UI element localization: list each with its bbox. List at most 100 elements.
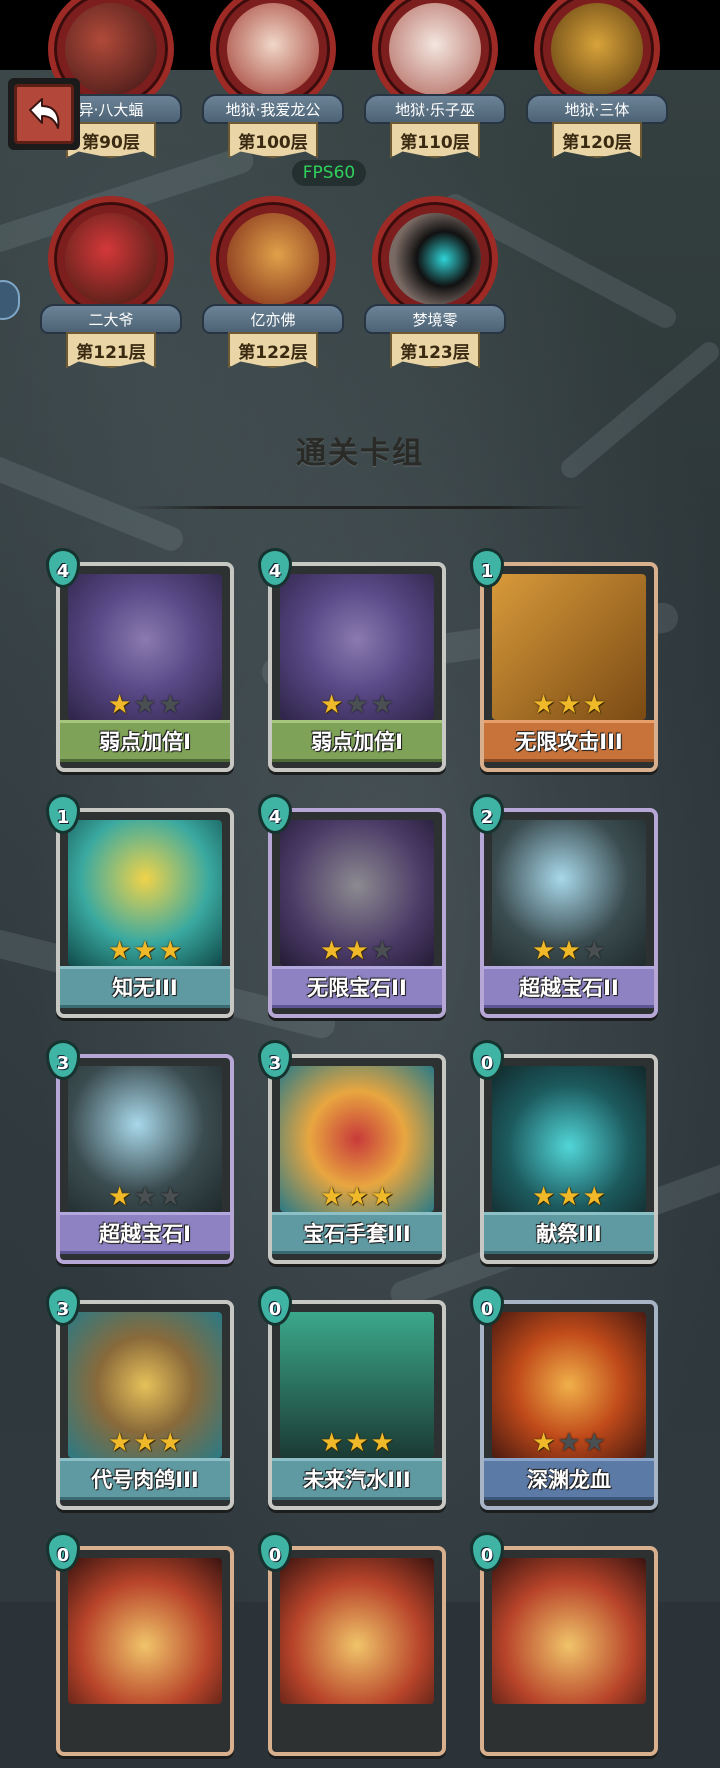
card-art <box>492 1558 646 1704</box>
card-name: 超越宝石I <box>60 1212 230 1254</box>
star-icon: ★ <box>557 936 581 966</box>
boss-floor-banner: 第123层 <box>390 332 480 368</box>
card-star-rating: ★ ★ ★ <box>268 1184 446 1210</box>
deck-card[interactable]: 0 <box>46 1532 234 1768</box>
star-icon: ★ <box>557 1428 581 1458</box>
energy-cost-value: 4 <box>268 561 282 582</box>
card-star-rating: ★ ★ ★ <box>56 1184 234 1210</box>
card-star-rating: ★ ★ ★ <box>56 692 234 718</box>
energy-cost-badge: 0 <box>46 1532 80 1572</box>
boss-floor-banner: 第110层 <box>390 122 480 158</box>
section-title: 通关卡组 <box>296 436 424 471</box>
card-star-rating: ★ ★ ★ <box>480 1184 658 1210</box>
section-divider <box>130 506 590 509</box>
card-star-rating: ★ ★ ★ <box>56 938 234 964</box>
energy-cost-badge: 1 <box>470 548 504 588</box>
star-icon: ★ <box>158 936 182 966</box>
boss-name: 二大爷 <box>40 304 182 334</box>
deck-card[interactable]: ★ ★ ★ 未来汽水III 0 <box>258 1286 446 1522</box>
card-art <box>280 1558 434 1704</box>
energy-cost-value: 0 <box>56 1545 70 1566</box>
card-name: 未来汽水III <box>272 1458 442 1500</box>
boss-name: 地狱·三体 <box>526 94 668 124</box>
boss-floor-banner: 第122层 <box>228 332 318 368</box>
star-icon: ★ <box>532 1182 556 1212</box>
energy-cost-badge: 4 <box>46 548 80 588</box>
energy-cost-badge: 3 <box>258 1040 292 1080</box>
card-name: 无限攻击III <box>484 720 654 762</box>
deck-card[interactable]: ★ ★ ★ 超越宝石II 2 <box>470 794 658 1030</box>
energy-cost-value: 0 <box>480 1545 494 1566</box>
boss-art <box>389 3 481 95</box>
deck-card[interactable]: ★ ★ ★ 无限宝石II 4 <box>258 794 446 1030</box>
boss-medallion[interactable]: 地狱·我爱龙公 第100层 <box>198 0 348 186</box>
deck-card[interactable]: ★ ★ ★ 献祭III 0 <box>470 1040 658 1276</box>
deck-card[interactable]: 0 <box>258 1532 446 1768</box>
deck-card[interactable]: ★ ★ ★ 超越宝石I 3 <box>46 1040 234 1276</box>
star-icon: ★ <box>582 1428 606 1458</box>
star-icon: ★ <box>345 1182 369 1212</box>
deck-card[interactable]: ★ ★ ★ 弱点加倍I 4 <box>46 548 234 784</box>
card-star-rating: ★ ★ ★ <box>268 692 446 718</box>
back-button[interactable] <box>8 78 80 150</box>
deck-card[interactable]: ★ ★ ★ 宝石手套III 3 <box>258 1040 446 1276</box>
card-name: 知无III <box>60 966 230 1008</box>
energy-cost-value: 3 <box>268 1053 282 1074</box>
boss-floor-banner: 第121层 <box>66 332 156 368</box>
boss-medallion[interactable]: 地狱·乐子巫 第110层 <box>360 0 510 186</box>
deck-card[interactable]: ★ ★ ★ 知无III 1 <box>46 794 234 1030</box>
energy-cost-value: 1 <box>480 561 494 582</box>
boss-name: 梦境零 <box>364 304 506 334</box>
boss-medallion[interactable]: 梦境零 第123层 <box>360 196 510 396</box>
card-name: 超越宝石II <box>484 966 654 1008</box>
energy-cost-badge: 0 <box>470 1286 504 1326</box>
card-star-rating: ★ ★ ★ <box>480 692 658 718</box>
star-icon: ★ <box>582 1182 606 1212</box>
boss-medallion[interactable]: 二大爷 第121层 <box>36 196 186 396</box>
star-icon: ★ <box>108 1428 132 1458</box>
star-icon: ★ <box>557 1182 581 1212</box>
boss-art <box>227 3 319 95</box>
boss-art <box>389 213 481 305</box>
energy-cost-value: 3 <box>56 1299 70 1320</box>
star-icon: ★ <box>532 936 556 966</box>
boss-floor-banner: 第100层 <box>228 122 318 158</box>
star-icon: ★ <box>345 936 369 966</box>
energy-cost-value: 0 <box>268 1299 282 1320</box>
energy-cost-badge: 4 <box>258 548 292 588</box>
energy-cost-badge: 0 <box>258 1286 292 1326</box>
star-icon: ★ <box>582 690 606 720</box>
star-icon: ★ <box>532 690 556 720</box>
energy-cost-value: 1 <box>56 807 70 828</box>
star-icon: ★ <box>158 1428 182 1458</box>
card-name: 弱点加倍I <box>60 720 230 762</box>
deck-card[interactable]: ★ ★ ★ 深渊龙血 0 <box>470 1286 658 1522</box>
energy-cost-badge: 3 <box>46 1286 80 1326</box>
card-star-rating: ★ ★ ★ <box>56 1430 234 1456</box>
energy-cost-badge: 0 <box>258 1532 292 1572</box>
fps-counter: FPS60 <box>292 160 366 186</box>
energy-cost-value: 0 <box>268 1545 282 1566</box>
star-icon: ★ <box>158 1182 182 1212</box>
star-icon: ★ <box>370 1428 394 1458</box>
boss-medallion[interactable]: 亿亦佛 第122层 <box>198 196 348 396</box>
energy-cost-badge: 3 <box>46 1040 80 1080</box>
star-icon: ★ <box>370 690 394 720</box>
deck-card[interactable]: ★ ★ ★ 无限攻击III 1 <box>470 548 658 784</box>
card-name: 代号肉鸽III <box>60 1458 230 1500</box>
deck-card[interactable]: 0 <box>470 1532 658 1768</box>
energy-cost-value: 4 <box>268 807 282 828</box>
boss-name: 地狱·乐子巫 <box>364 94 506 124</box>
star-icon: ★ <box>133 690 157 720</box>
card-star-rating: ★ ★ ★ <box>268 938 446 964</box>
star-icon: ★ <box>108 690 132 720</box>
energy-cost-badge: 4 <box>258 794 292 834</box>
card-star-rating: ★ ★ ★ <box>268 1430 446 1456</box>
energy-cost-badge: 1 <box>46 794 80 834</box>
back-arrow-icon <box>29 98 60 129</box>
boss-medallion[interactable]: 地狱·三体 第120层 <box>522 0 672 186</box>
boss-floor-banner: 第120层 <box>552 122 642 158</box>
star-icon: ★ <box>320 1182 344 1212</box>
deck-card[interactable]: ★ ★ ★ 弱点加倍I 4 <box>258 548 446 784</box>
deck-card[interactable]: ★ ★ ★ 代号肉鸽III 3 <box>46 1286 234 1522</box>
